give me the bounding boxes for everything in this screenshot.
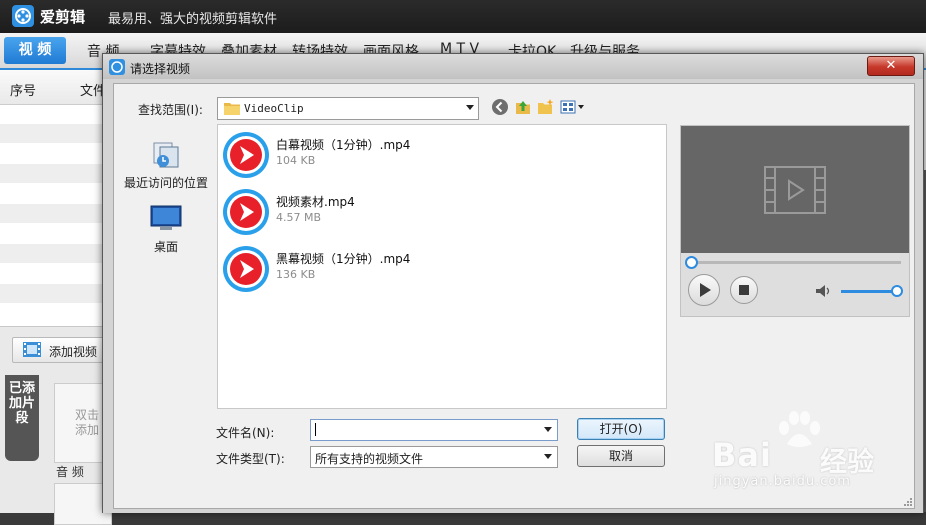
new-folder-icon[interactable]: [537, 98, 555, 116]
file-item[interactable]: 视频素材.mp4 4.57 MB: [218, 184, 666, 240]
paw-logo-icon: [779, 411, 820, 447]
seek-bar[interactable]: [691, 261, 901, 264]
view-menu-icon[interactable]: [560, 98, 586, 116]
volume-icon[interactable]: [815, 284, 833, 298]
file-type-dropdown[interactable]: 所有支持的视频文件: [310, 446, 558, 468]
column-index[interactable]: 序号: [10, 80, 36, 99]
places-bar: 最近访问的位置 桌面: [120, 124, 212, 482]
back-icon[interactable]: [491, 98, 509, 116]
place-desktop-label: 桌面: [153, 240, 178, 254]
file-type-value: 所有支持的视频文件: [315, 452, 424, 466]
file-item[interactable]: 白幕视频（1分钟）.mp4 104 KB: [218, 127, 666, 183]
file-size: 136 KB: [276, 268, 316, 281]
clip-list-header: 序号 文件: [0, 70, 110, 105]
place-recent-label: 最近访问的位置: [123, 176, 208, 190]
video-file-icon: [223, 132, 269, 178]
app-titlebar: 爱剪辑 最易用、强大的视频剪辑软件: [0, 0, 926, 33]
list-row: [0, 204, 110, 223]
watermark-brand: Bai: [712, 436, 772, 474]
chevron-down-icon[interactable]: [544, 427, 552, 432]
file-size: 104 KB: [276, 154, 316, 167]
place-recent[interactable]: 最近访问的位置: [120, 140, 212, 191]
cancel-button[interactable]: 取消: [577, 445, 665, 467]
tab-video[interactable]: 视 频: [4, 37, 66, 64]
film-icon: [23, 342, 41, 357]
look-in-value: VideoClip: [244, 102, 304, 115]
list-row: [0, 284, 110, 303]
chevron-down-icon: [466, 105, 474, 110]
desktop-icon: [150, 205, 182, 230]
open-button[interactable]: 打开(O): [577, 418, 665, 440]
preview-panel: [680, 125, 910, 317]
video-placeholder-icon: [764, 166, 826, 214]
list-row: [0, 124, 110, 143]
file-item[interactable]: 黑幕视频（1分钟）.mp4 136 KB: [218, 241, 666, 297]
file-name-label: 文件名(N):: [216, 426, 275, 440]
file-name: 白幕视频（1分钟）.mp4: [276, 138, 411, 152]
up-folder-icon[interactable]: [514, 98, 532, 116]
clip-drop-hint: 双击添加: [75, 408, 100, 437]
dialog-title: 请选择视频: [130, 62, 191, 76]
video-file-icon: [223, 189, 269, 235]
chevron-down-icon: [544, 454, 552, 459]
baidu-watermark: Bai 经验 jingyan.baidu.com: [712, 410, 912, 500]
file-name: 黑幕视频（1分钟）.mp4: [276, 252, 411, 266]
dialog-titlebar[interactable]: 请选择视频 ✕: [103, 54, 923, 79]
play-button[interactable]: [688, 274, 720, 306]
close-button[interactable]: ✕: [867, 56, 915, 76]
volume-handle[interactable]: [891, 285, 903, 297]
text-caret: [315, 423, 316, 436]
folder-icon: [224, 103, 240, 115]
dialog-app-icon: [109, 59, 125, 75]
add-video-label: 添加视频: [49, 345, 98, 359]
file-name-input[interactable]: [310, 419, 558, 441]
play-icon: [700, 283, 711, 297]
video-file-icon: [223, 246, 269, 292]
recent-places-icon: [153, 142, 179, 168]
file-name: 视频素材.mp4: [276, 195, 355, 209]
watermark-url: jingyan.baidu.com: [714, 474, 851, 489]
stop-button[interactable]: [730, 276, 758, 304]
app-name: 爱剪辑: [40, 8, 86, 26]
file-size: 4.57 MB: [276, 211, 322, 224]
app-logo-icon: [12, 5, 34, 27]
look-in-label: 查找范围(I):: [138, 103, 203, 117]
close-icon: ✕: [885, 58, 897, 73]
preview-screen: [681, 126, 909, 253]
place-desktop[interactable]: 桌面: [120, 204, 212, 255]
added-clips-tab[interactable]: 已添加片段: [5, 375, 39, 461]
seek-handle[interactable]: [685, 256, 698, 269]
list-row: [0, 244, 110, 263]
volume-slider-fill: [841, 290, 894, 293]
audio-section-label: 音 频: [56, 465, 84, 479]
file-type-label: 文件类型(T):: [216, 452, 285, 466]
timeline-area: 添加视频 已添加片段 双击添加 音 频: [0, 326, 112, 525]
look-in-dropdown[interactable]: VideoClip: [217, 97, 479, 120]
file-list: 白幕视频（1分钟）.mp4 104 KB 视频素材.mp4 4.57 MB 黑幕…: [217, 124, 667, 409]
list-row: [0, 164, 110, 183]
add-video-button[interactable]: 添加视频: [12, 337, 110, 363]
app-slogan: 最易用、强大的视频剪辑软件: [108, 12, 278, 27]
stop-icon: [739, 285, 749, 295]
